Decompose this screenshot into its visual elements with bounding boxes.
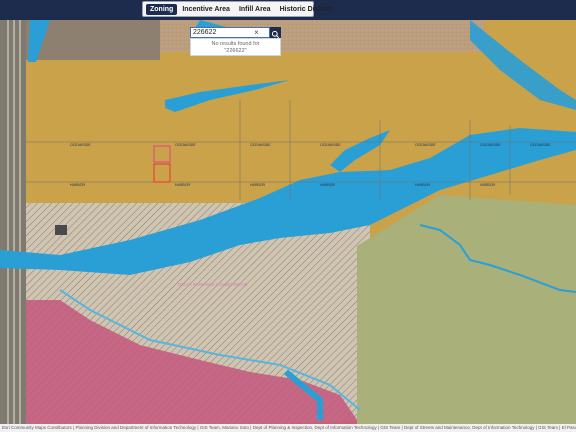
parcel-label: DELTA PARKWAY / CHINO DRIVE bbox=[178, 282, 248, 287]
no-results-query: "226622" bbox=[224, 48, 247, 54]
close-icon[interactable]: × bbox=[252, 28, 261, 37]
tab-infill-area[interactable]: Infill Area bbox=[235, 4, 275, 15]
street-label: OCEANSIDE bbox=[415, 143, 436, 147]
street-label: OCEANSIDE bbox=[480, 143, 501, 147]
street-label: OCEANSIDE bbox=[70, 143, 91, 147]
street-label: HARBOR bbox=[250, 183, 265, 187]
no-results-text: No results found for bbox=[211, 41, 260, 47]
layer-tabs: Zoning Incentive Area Infill Area Histor… bbox=[142, 1, 332, 17]
street-label: OCEANSIDE bbox=[250, 143, 271, 147]
street-label: HARBOR bbox=[70, 183, 85, 187]
street-label: HARBOR bbox=[480, 183, 495, 187]
street-label: OCEANSIDE bbox=[175, 143, 196, 147]
tab-historic-district[interactable]: Historic District bbox=[276, 4, 336, 15]
street-label: HARBOR bbox=[175, 183, 190, 187]
map-attribution: Esri Community Maps Contributors | Plann… bbox=[0, 424, 576, 432]
street-label: OCEANSIDE bbox=[320, 143, 341, 147]
tab-incentive-area[interactable]: Incentive Area bbox=[178, 4, 234, 15]
open-space-zone bbox=[357, 195, 576, 424]
street-label: HARBOR bbox=[320, 183, 335, 187]
map-view[interactable]: OCEANSIDE OCEANSIDE OCEANSIDE OCEANSIDE … bbox=[0, 20, 576, 424]
street-label: OCEANSIDE bbox=[530, 143, 551, 147]
search-button[interactable] bbox=[270, 27, 281, 39]
top-navigation-bar: Zoning Incentive Area Infill Area Histor… bbox=[0, 0, 576, 20]
building bbox=[55, 225, 67, 235]
search-box: × bbox=[190, 27, 270, 38]
tab-zoning[interactable]: Zoning bbox=[146, 3, 178, 15]
highway-strip bbox=[0, 20, 26, 424]
search-input[interactable] bbox=[193, 28, 253, 37]
street-label: HARBOR bbox=[415, 183, 430, 187]
no-results-panel: No results found for "226622" bbox=[190, 38, 281, 56]
